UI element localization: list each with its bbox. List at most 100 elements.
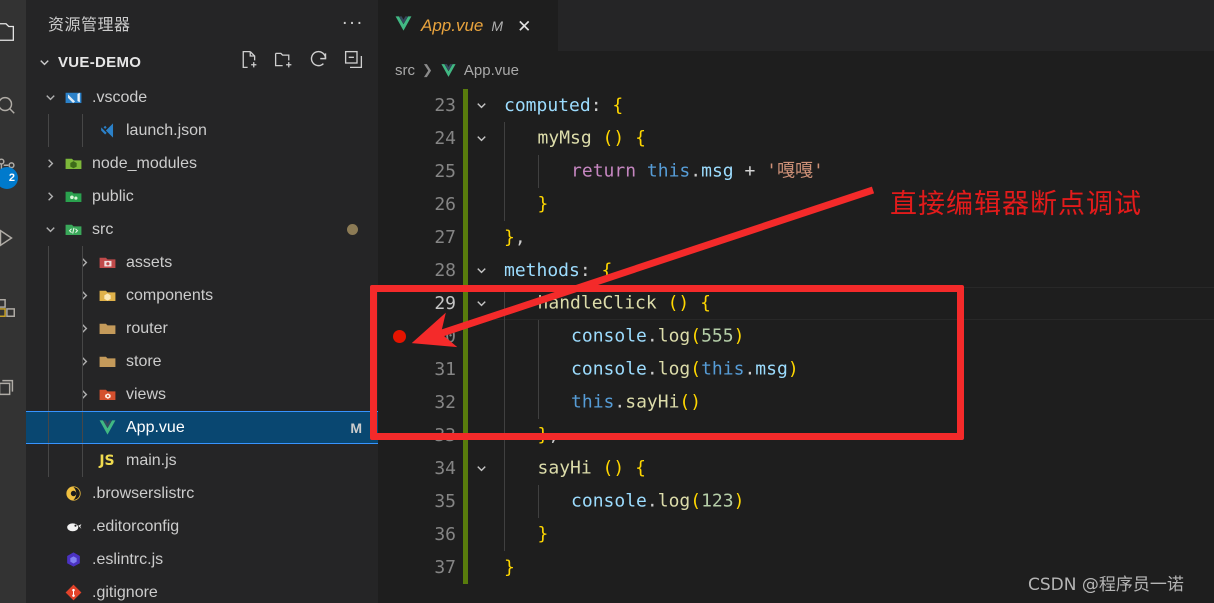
tree-item-selected[interactable]: App.vue M <box>26 411 378 444</box>
run-and-debug-icon[interactable] <box>0 218 26 258</box>
code-line[interactable]: 32 this.sayHi() <box>378 386 1214 419</box>
tree-item[interactable]: store <box>26 345 378 378</box>
tree-item-label: App.vue <box>126 418 185 436</box>
breakpoint-dot[interactable] <box>392 330 406 343</box>
tree-item[interactable]: components <box>26 279 378 312</box>
tree-item[interactable]: JS main.js <box>26 444 378 477</box>
indent-guide <box>48 345 49 378</box>
chevron-down-icon[interactable] <box>40 222 60 237</box>
indent-guide <box>504 353 505 386</box>
code-tokens: console.log(this.msg) <box>494 353 799 386</box>
tree-item[interactable]: public <box>26 180 378 213</box>
tree-item[interactable]: .eslintrc.js <box>26 543 378 576</box>
breadcrumb-item-app-vue[interactable]: App.vue <box>464 62 519 79</box>
code-tokens: return this.msg + '嘎嘎' <box>494 155 824 188</box>
code-line[interactable]: 26 } <box>378 188 1214 221</box>
code-line-content: methods: { <box>494 254 1214 287</box>
code-line[interactable]: 28 methods: { <box>378 254 1214 287</box>
code-editor[interactable]: 23 computed: {24 myMsg () {25 return this… <box>378 89 1214 603</box>
tree-item[interactable]: assets <box>26 246 378 279</box>
breadcrumb-item-src[interactable]: src <box>395 62 415 79</box>
indent-guide <box>82 312 83 345</box>
fold-chevron-icon[interactable] <box>468 296 494 311</box>
fold-chevron-icon[interactable] <box>468 461 494 476</box>
editor-area: App.vue M ✕ src ❯ App.vue 23 computed: {2… <box>378 0 1214 603</box>
tab-app-vue[interactable]: App.vue M ✕ <box>378 0 558 51</box>
fold-chevron-icon[interactable] <box>468 131 494 146</box>
tree-item[interactable]: .gitignore <box>26 576 378 603</box>
tree-item[interactable]: launch.json <box>26 114 378 147</box>
indent-guide <box>48 114 49 147</box>
chevron-right-icon: ❯ <box>422 62 433 77</box>
code-line[interactable]: 33 }, <box>378 419 1214 452</box>
explorer-icon[interactable] <box>0 12 26 52</box>
breakpoint-gutter[interactable] <box>378 330 420 343</box>
tree-item[interactable]: src <box>26 213 378 246</box>
code-line[interactable]: 30 console.log(555) <box>378 320 1214 353</box>
fold-chevron-icon[interactable] <box>468 263 494 278</box>
code-line-content: } <box>494 188 1214 221</box>
chevron-right-icon[interactable] <box>74 387 94 402</box>
code-tokens: console.log(123) <box>494 485 744 518</box>
indent-guide <box>537 155 539 188</box>
tree-item-label: launch.json <box>126 121 207 139</box>
explorer-more-actions-button[interactable]: ... <box>342 9 364 31</box>
new-folder-icon[interactable] <box>273 49 294 75</box>
modified-change-bar <box>463 188 468 221</box>
vue-icon <box>440 62 457 79</box>
code-line[interactable]: 31 console.log(this.msg) <box>378 353 1214 386</box>
tree-item[interactable]: .browserslistrc <box>26 477 378 510</box>
tree-item-label: .browserslistrc <box>92 484 195 502</box>
code-line[interactable]: 29 handleClick () { <box>378 287 1214 320</box>
tree-item-label: views <box>126 385 167 403</box>
tree-item[interactable]: node_modules <box>26 147 378 180</box>
search-icon[interactable] <box>0 85 26 125</box>
tree-item[interactable]: .editorconfig <box>26 510 378 543</box>
code-line[interactable]: 34 sayHi () { <box>378 452 1214 485</box>
indent-guide <box>504 188 505 221</box>
tree-item[interactable]: router <box>26 312 378 345</box>
line-number: 29 <box>434 293 456 314</box>
extensions-icon[interactable] <box>0 288 26 328</box>
browserslist-icon <box>60 484 86 503</box>
code-line[interactable]: 24 myMsg () { <box>378 122 1214 155</box>
code-tokens: }, <box>504 227 526 248</box>
chevron-right-icon[interactable] <box>40 189 60 204</box>
tree-item-label: .vscode <box>92 88 148 106</box>
code-line[interactable]: 23 computed: { <box>378 89 1214 122</box>
remote-explorer-icon[interactable] <box>0 368 26 408</box>
line-number: 36 <box>434 524 456 545</box>
close-icon[interactable]: ✕ <box>517 18 531 35</box>
editorconfig-icon <box>60 517 86 536</box>
explorer-sidebar: 资源管理器 ... VUE-DEMO .vscode launch.json n… <box>26 0 378 603</box>
workspace-name: VUE-DEMO <box>58 53 142 71</box>
chevron-right-icon[interactable] <box>74 354 94 369</box>
code-line[interactable]: 35 console.log(123) <box>378 485 1214 518</box>
code-line[interactable]: 27}, <box>378 221 1214 254</box>
code-line-content: handleClick () { <box>494 287 1214 320</box>
chevron-right-icon[interactable] <box>74 288 94 303</box>
line-number: 32 <box>434 392 456 413</box>
collapse-all-icon[interactable] <box>343 49 364 75</box>
activity-bar: 2 <box>0 0 26 603</box>
chevron-right-icon[interactable] <box>74 255 94 270</box>
chevron-right-icon[interactable] <box>74 321 94 336</box>
breadcrumb: src ❯ App.vue <box>378 51 1214 89</box>
tree-item[interactable]: .vscode <box>26 81 378 114</box>
code-line[interactable]: 37} <box>378 551 1214 584</box>
code-line-content: } <box>494 551 1214 584</box>
code-line[interactable]: 25 return this.msg + '嘎嘎' <box>378 155 1214 188</box>
chevron-right-icon[interactable] <box>40 156 60 171</box>
modified-change-bar <box>463 485 468 518</box>
fold-chevron-icon[interactable] <box>468 98 494 113</box>
chevron-down-icon[interactable] <box>40 90 60 105</box>
workspace-section-header[interactable]: VUE-DEMO <box>26 45 378 79</box>
modified-change-bar <box>463 386 468 419</box>
tree-item[interactable]: views <box>26 378 378 411</box>
code-tokens: sayHi () { <box>494 452 646 485</box>
new-file-icon[interactable] <box>238 49 259 75</box>
refresh-icon[interactable] <box>308 49 329 75</box>
vscode-json-icon <box>94 121 120 140</box>
code-line[interactable]: 36 } <box>378 518 1214 551</box>
code-tokens: } <box>504 557 515 578</box>
